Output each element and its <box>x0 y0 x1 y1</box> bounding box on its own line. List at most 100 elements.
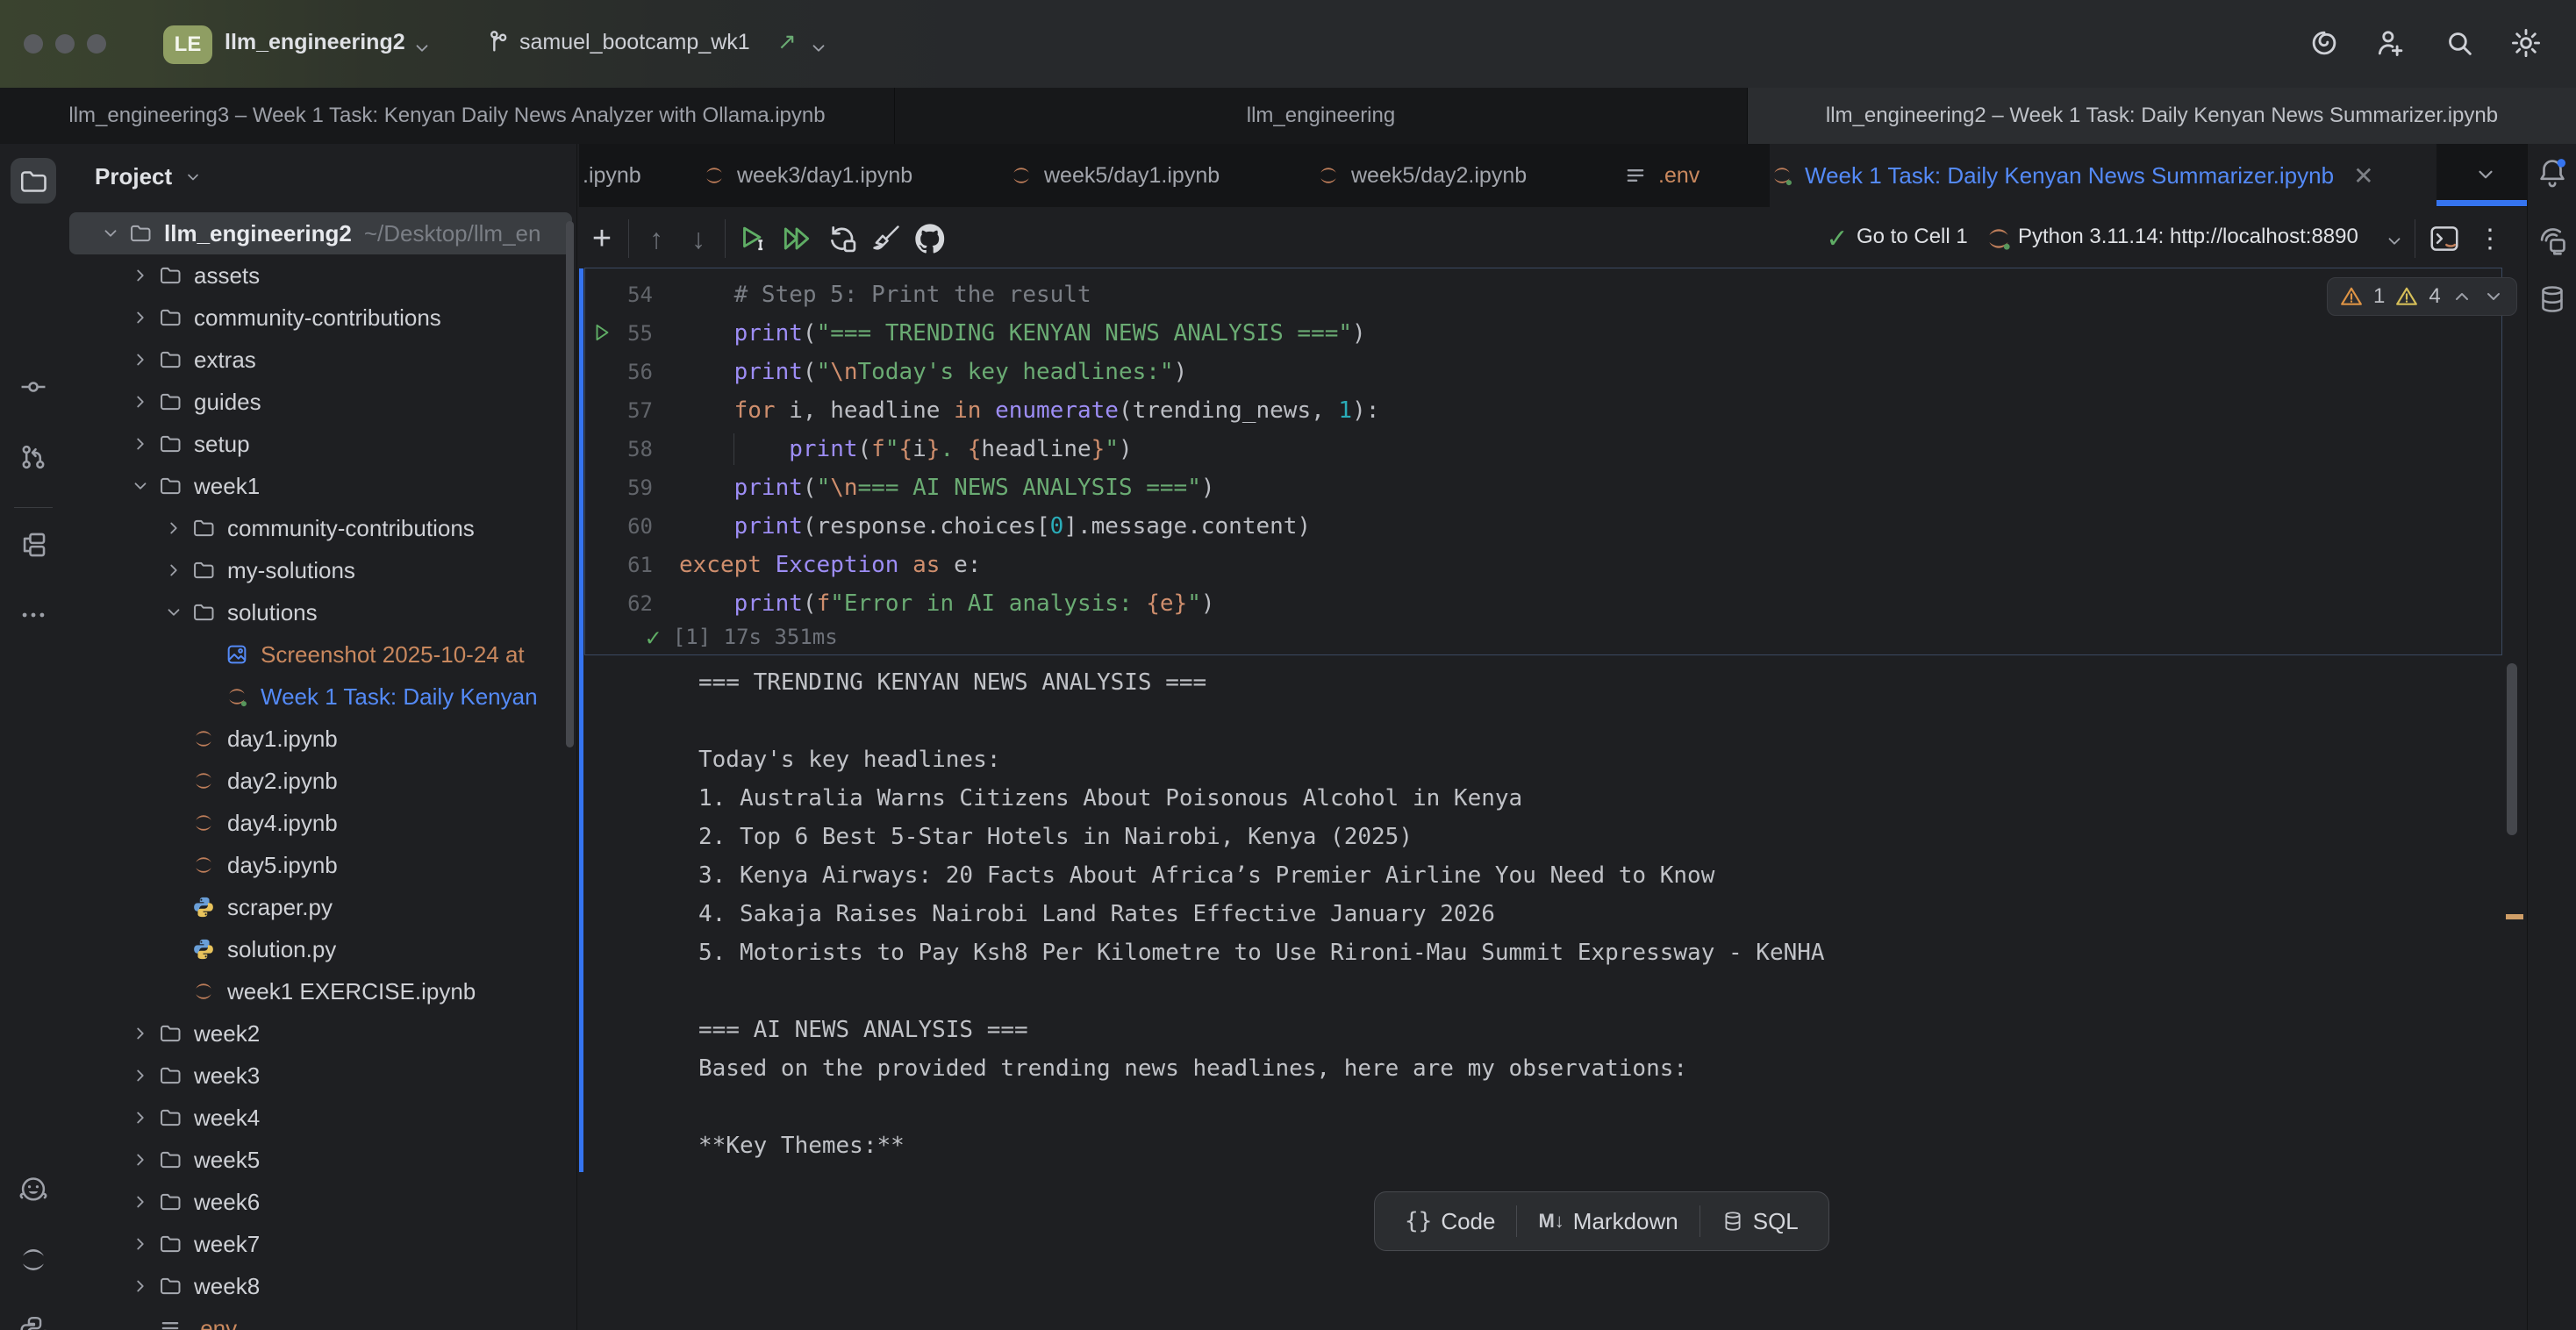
folder-icon <box>157 1273 183 1299</box>
window-tab[interactable]: llm_engineering <box>895 88 1747 144</box>
restart-kernel-button[interactable] <box>823 219 862 258</box>
editor-tab[interactable]: week5/day1.ipynb <box>1009 144 1272 207</box>
window-tab[interactable]: llm_engineering3 – Week 1 Task: Kenyan D… <box>0 88 894 144</box>
inspections-widget[interactable]: 1 4 <box>2327 277 2517 316</box>
tree-item-community-contributions[interactable]: community-contributions <box>66 297 576 339</box>
markdown-cell-button[interactable]: M↓ Markdown <box>1517 1192 1699 1250</box>
tree-item--env[interactable]: .env <box>66 1307 576 1330</box>
tree-item-my-solutions[interactable]: my-solutions <box>66 549 576 591</box>
tree-item-label: community-contributions <box>194 304 441 332</box>
jupyter-tool-icon[interactable] <box>17 1243 50 1276</box>
tree-item-solution-py[interactable]: solution.py <box>66 928 576 970</box>
code-cell-button[interactable]: {} Code <box>1384 1192 1516 1250</box>
tree-item-week4[interactable]: week4 <box>66 1097 576 1139</box>
github-icon[interactable] <box>911 219 949 258</box>
tree-item-label: week4 <box>194 1105 260 1132</box>
structure-tool-icon[interactable] <box>17 528 50 561</box>
tree-item-label: solution.py <box>227 936 336 963</box>
tree-item-week7[interactable]: week7 <box>66 1223 576 1265</box>
database-tool-icon[interactable] <box>2536 282 2569 316</box>
next-warning-icon[interactable] <box>2483 286 2504 307</box>
more-tools-icon[interactable] <box>17 598 50 632</box>
tree-item-week8[interactable]: week8 <box>66 1265 576 1307</box>
tree-item-label: day2.ipynb <box>227 768 338 795</box>
screen-search-icon[interactable] <box>2536 225 2569 258</box>
sql-cell-button[interactable]: SQL <box>1700 1192 1820 1250</box>
tree-item-week6[interactable]: week6 <box>66 1181 576 1223</box>
tree-item-week3[interactable]: week3 <box>66 1055 576 1097</box>
tree-item-scraper-py[interactable]: scraper.py <box>66 886 576 928</box>
window-close-button[interactable] <box>24 34 43 54</box>
tree-item-week5[interactable]: week5 <box>66 1139 576 1181</box>
run-cell-button[interactable] <box>733 219 772 258</box>
clear-outputs-button[interactable] <box>867 219 905 258</box>
tree-item-week1[interactable]: week1 <box>66 465 576 507</box>
tree-item-label: Week 1 Task: Daily Kenyan <box>261 683 538 711</box>
tree-item-community-contributions[interactable]: community-contributions <box>66 507 576 549</box>
editor-tab[interactable]: .ipynb <box>583 144 662 207</box>
tree-scrollbar[interactable] <box>566 221 574 747</box>
kernel-selector[interactable]: Python 3.11.14: http://localhost:8890 <box>2018 225 2358 249</box>
error-count: 1 <box>2373 284 2385 309</box>
goto-cell-button[interactable]: Go to Cell 1 <box>1857 225 1968 249</box>
chevron-down-icon[interactable] <box>809 39 828 58</box>
tree-item-extras[interactable]: extras <box>66 339 576 381</box>
editor-tab[interactable]: week3/day1.ipynb <box>702 144 965 207</box>
code-line: 57 for i, headline in enumerate(trending… <box>579 391 2501 430</box>
tree-item-day1-ipynb[interactable]: day1.ipynb <box>66 718 576 760</box>
line-number: 57 <box>579 398 653 423</box>
python-icon <box>190 936 217 962</box>
tab-list-chevron-icon[interactable] <box>2474 163 2497 186</box>
add-cell-button[interactable]: + <box>583 219 621 258</box>
tree-item-day2-ipynb[interactable]: day2.ipynb <box>66 760 576 802</box>
kebab-menu-icon[interactable]: ⋮ <box>2471 219 2509 258</box>
project-switcher[interactable]: llm_engineering2 <box>225 30 405 55</box>
window-minimize-button[interactable] <box>55 34 75 54</box>
editor-tab[interactable]: Week 1 Task: Daily Kenyan News Summarize… <box>1770 144 2436 207</box>
window-zoom-button[interactable] <box>87 34 106 54</box>
error-stripe-mark <box>2506 914 2523 919</box>
ai-assistant-icon[interactable] <box>2308 26 2341 60</box>
move-cell-up-button[interactable]: ↑ <box>637 219 676 258</box>
pull-requests-tool-icon[interactable] <box>17 440 50 474</box>
tree-item-day4-ipynb[interactable]: day4.ipynb <box>66 802 576 844</box>
add-user-icon[interactable] <box>2374 26 2408 60</box>
tree-item-week2[interactable]: week2 <box>66 1012 576 1055</box>
window-tab[interactable]: llm_engineering2 – Week 1 Task: Daily Ke… <box>1748 88 2576 144</box>
run-all-cells-button[interactable] <box>777 219 816 258</box>
move-cell-down-button[interactable]: ↓ <box>679 219 718 258</box>
code-text: print(f"Error in AI analysis: {e}") <box>679 590 1215 617</box>
tree-item-label: day1.ipynb <box>227 726 338 753</box>
python-tool-icon[interactable] <box>17 1313 50 1330</box>
settings-gear-icon[interactable] <box>2509 26 2543 60</box>
notifications-bell-icon[interactable] <box>2536 156 2569 189</box>
editor-scrollbar[interactable] <box>2507 663 2517 835</box>
editor-tab[interactable]: .env <box>1623 144 1764 207</box>
project-tool-icon[interactable] <box>17 165 50 198</box>
tree-item-assets[interactable]: assets <box>66 254 576 297</box>
jupyter-console-icon[interactable] <box>2425 219 2464 258</box>
editor-tab[interactable]: week5/day2.ipynb <box>1316 144 1579 207</box>
line-number: 55 <box>579 321 653 346</box>
folder-icon <box>157 1020 183 1047</box>
tree-item-solutions[interactable]: solutions <box>66 591 576 633</box>
commit-tool-icon[interactable] <box>17 370 50 404</box>
run-line-icon[interactable] <box>591 321 614 344</box>
tree-item-label: day5.ipynb <box>227 852 338 879</box>
tree-item-label: setup <box>194 431 250 458</box>
tree-item-week-1-task-daily-kenyan[interactable]: Week 1 Task: Daily Kenyan <box>66 676 576 718</box>
search-icon[interactable] <box>2443 26 2476 60</box>
branch-switcher[interactable]: samuel_bootcamp_wk1 <box>519 30 750 55</box>
close-tab-icon[interactable]: ✕ <box>2353 161 2373 190</box>
tree-item-day5-ipynb[interactable]: day5.ipynb <box>66 844 576 886</box>
tree-item-screenshot-2025-10-24-at[interactable]: Screenshot 2025-10-24 at <box>66 633 576 676</box>
huggingface-tool-icon[interactable] <box>17 1174 50 1207</box>
project-panel-header[interactable]: Project <box>95 163 202 190</box>
code-editor-lines[interactable]: 54 # Step 5: Print the result55 print("=… <box>579 270 2501 623</box>
code-line: 54 # Step 5: Print the result <box>579 275 2501 314</box>
tree-item-week1-exercise-ipynb[interactable]: week1 EXERCISE.ipynb <box>66 970 576 1012</box>
tree-item-guides[interactable]: guides <box>66 381 576 423</box>
prev-warning-icon[interactable] <box>2451 286 2472 307</box>
tree-item-setup[interactable]: setup <box>66 423 576 465</box>
tree-item-llm-engineering2[interactable]: llm_engineering2~/Desktop/llm_en <box>69 212 572 254</box>
